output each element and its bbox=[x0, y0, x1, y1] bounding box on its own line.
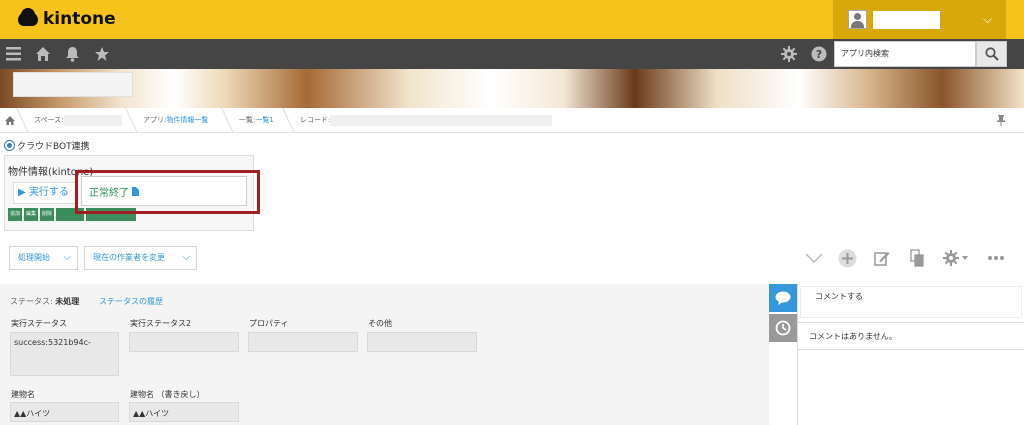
space-name-redacted bbox=[63, 114, 122, 126]
field-label: 実行ステータス2 bbox=[130, 319, 192, 328]
star-icon[interactable] bbox=[94, 46, 110, 62]
search-button[interactable] bbox=[976, 41, 1007, 67]
mini-delete-button[interactable]: 削除 bbox=[40, 208, 55, 221]
breadcrumb-list[interactable]: 一覧:一覧1 bbox=[239, 108, 274, 133]
field-value: ▲▲ハイツ bbox=[10, 402, 119, 422]
chevron-down-icon: ⌵ bbox=[983, 12, 993, 26]
chevron-down-icon[interactable] bbox=[805, 253, 823, 263]
gear-icon[interactable] bbox=[943, 250, 959, 266]
bell-icon[interactable] bbox=[65, 46, 80, 62]
breadcrumb-space[interactable]: スペース: bbox=[34, 108, 122, 133]
user-avatar-icon bbox=[848, 10, 867, 29]
space-banner-image bbox=[0, 69, 1024, 108]
field-value bbox=[129, 332, 239, 352]
plugin-title: クラウドBOT連携 bbox=[5, 139, 90, 152]
top-header: kintone ⌵ bbox=[0, 0, 1024, 39]
process-status: ステータス: 未処理 bbox=[10, 297, 80, 306]
run-button[interactable]: ▶ 実行する bbox=[13, 182, 77, 204]
user-menu[interactable]: ⌵ bbox=[833, 0, 1006, 39]
field-label: 建物名 （書き戻し） bbox=[130, 390, 205, 399]
kintone-logo-icon bbox=[18, 8, 38, 26]
user-name-redacted bbox=[873, 11, 940, 29]
change-assignee-button[interactable]: 現在の作業者を変更 ⌵ bbox=[84, 246, 197, 270]
history-tab[interactable] bbox=[769, 314, 797, 342]
duplicate-icon[interactable] bbox=[910, 249, 924, 267]
home-icon[interactable] bbox=[5, 116, 15, 125]
status-history-link[interactable]: ステータスの履歴 bbox=[99, 296, 163, 307]
cloudbot-icon bbox=[5, 141, 14, 150]
mini-edit-button[interactable]: 編集 bbox=[24, 208, 39, 221]
history-icon bbox=[775, 320, 791, 336]
mini-add-button[interactable]: 追加 bbox=[8, 208, 23, 221]
chevron-down-icon[interactable] bbox=[962, 256, 968, 260]
field-value bbox=[367, 332, 477, 352]
kintone-logo[interactable]: kintone bbox=[18, 8, 116, 30]
field-value: success:5321b94c- bbox=[10, 332, 119, 376]
add-record-icon[interactable] bbox=[838, 249, 857, 268]
logo-text: kintone bbox=[43, 9, 116, 29]
svg-text:?: ? bbox=[816, 48, 822, 61]
highlight-annotation bbox=[75, 170, 260, 214]
pin-icon[interactable] bbox=[997, 115, 1005, 126]
breadcrumb: スペース: アプリ:物件情報一覧 一覧:一覧1 レコード: bbox=[0, 108, 1024, 133]
more-options-icon[interactable] bbox=[988, 256, 1004, 260]
search-icon bbox=[985, 47, 999, 61]
hamburger-menu-icon[interactable] bbox=[6, 47, 21, 61]
breadcrumb-app[interactable]: アプリ:物件情報一覧 bbox=[143, 108, 208, 133]
comment-input[interactable]: コメントする bbox=[800, 286, 1022, 318]
breadcrumb-record: レコード: bbox=[300, 108, 553, 133]
home-icon[interactable] bbox=[35, 46, 51, 62]
chevron-down-icon: ⌵ bbox=[63, 252, 71, 263]
comment-icon bbox=[775, 291, 791, 305]
chevron-down-icon: ⌵ bbox=[182, 252, 190, 263]
comment-tab[interactable] bbox=[769, 284, 797, 312]
help-icon[interactable]: ? bbox=[811, 46, 827, 62]
edit-icon[interactable] bbox=[874, 250, 890, 266]
space-title-redacted bbox=[13, 72, 133, 97]
field-label: 建物名 bbox=[11, 390, 35, 399]
field-label: その他 bbox=[368, 319, 392, 328]
field-value bbox=[248, 332, 358, 352]
no-comments-message: コメントはありません。 bbox=[797, 322, 1024, 350]
field-label: 実行ステータス bbox=[11, 319, 67, 328]
field-label: プロパティ bbox=[249, 319, 289, 328]
record-name-redacted bbox=[330, 114, 553, 126]
field-value: ▲▲ハイツ bbox=[129, 402, 239, 422]
app-search-input[interactable]: アプリ内検索 bbox=[834, 41, 976, 67]
gear-icon[interactable] bbox=[781, 46, 797, 62]
start-process-button[interactable]: 処理開始 ⌵ bbox=[9, 246, 78, 270]
